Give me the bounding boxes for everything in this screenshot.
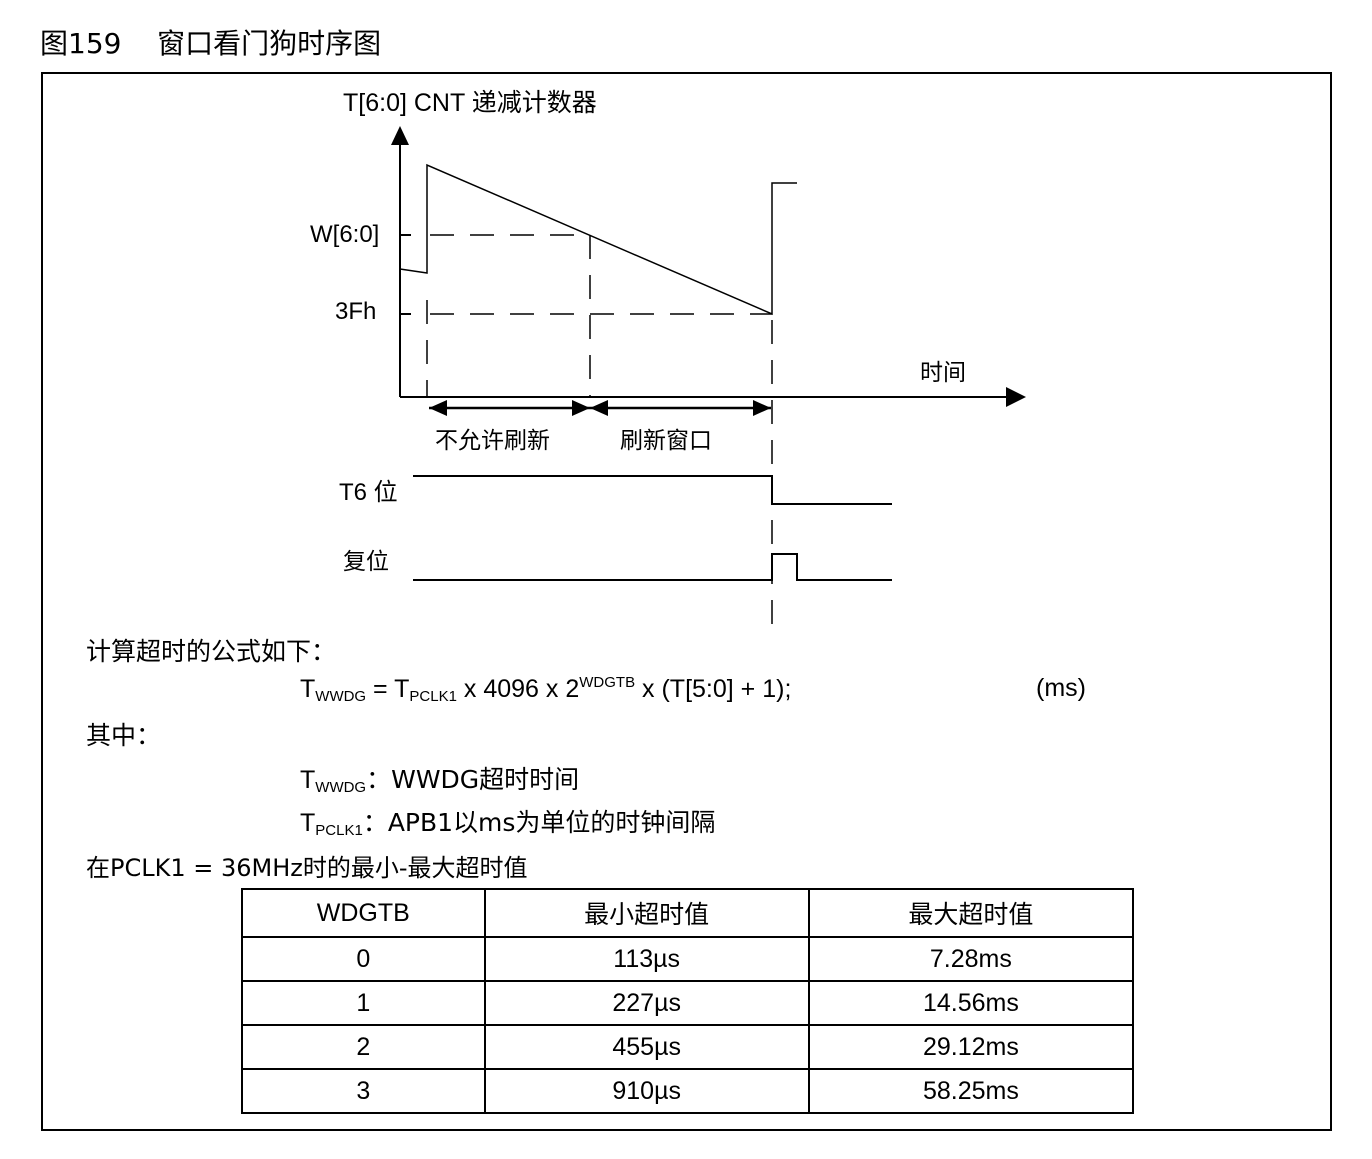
cell-min: 455µs — [483, 1024, 810, 1070]
cell-wdgtb: 3 — [241, 1068, 486, 1114]
table-intro: 在PCLK1 = 36MHz时的最小-最大超时值 — [86, 854, 528, 882]
cell-max: 14.56ms — [807, 980, 1135, 1026]
formula-unit: (ms) — [1036, 674, 1086, 702]
no-refresh-arrow-right — [572, 400, 590, 416]
table-row: 3 910µs 58.25ms — [241, 1068, 1135, 1114]
header-wdgtb: WDGTB — [241, 888, 486, 938]
reset-waveform — [413, 553, 892, 581]
cell-wdgtb: 1 — [241, 980, 486, 1026]
page: { "figure": { "number": "图159", "title":… — [0, 0, 1372, 1159]
refresh-window-arrow-right — [753, 400, 771, 416]
no-refresh-arrow-left — [429, 400, 447, 416]
cell-min: 227µs — [483, 980, 810, 1026]
w-level-label: W[6:0] — [310, 221, 379, 248]
counter-line — [399, 163, 797, 316]
header-min-timeout: 最小超时值 — [483, 888, 810, 938]
no-refresh-label: 不允许刷新 — [435, 428, 550, 454]
table-row: 0 113µs 7.28ms — [241, 936, 1135, 982]
cell-wdgtb: 2 — [241, 1024, 486, 1070]
y-axis-arrowhead — [391, 126, 409, 145]
timeout-table: WDGTB 最小超时值 最大超时值 0 113µs 7.28ms 1 227µs… — [241, 888, 1135, 1114]
header-max-timeout: 最大超时值 — [807, 888, 1135, 938]
table-row: 1 227µs 14.56ms — [241, 980, 1135, 1026]
cell-max: 7.28ms — [807, 936, 1135, 982]
refresh-window-arrow-left — [590, 400, 608, 416]
3fh-level-label: 3Fh — [335, 298, 376, 325]
cell-max: 58.25ms — [807, 1068, 1135, 1114]
x-axis-label: 时间 — [920, 360, 966, 386]
table-row: 2 455µs 29.12ms — [241, 1024, 1135, 1070]
where-label: 其中： — [86, 721, 162, 750]
where-line-tpclk: TPCLK1：APB1以ms为单位的时钟间隔 — [300, 808, 716, 839]
cell-min: 910µs — [483, 1068, 810, 1114]
refresh-window-label: 刷新窗口 — [620, 428, 712, 454]
x-axis-arrowhead — [1006, 387, 1026, 407]
y-axis-label: T[6:0] CNT 递减计数器 — [343, 89, 597, 117]
cell-max: 29.12ms — [807, 1024, 1135, 1070]
formula-intro: 计算超时的公式如下： — [86, 637, 337, 666]
cell-min: 113µs — [483, 936, 810, 982]
t6-bit-label: T6 位 — [339, 479, 398, 506]
reset-label: 复位 — [343, 549, 389, 575]
t6-waveform — [413, 475, 892, 505]
timeout-formula: TWWDG = TPCLK1 x 4096 x 2WDGTB x (T[5:0]… — [300, 674, 792, 705]
table-header-row: WDGTB 最小超时值 最大超时值 — [241, 888, 1135, 938]
cell-wdgtb: 0 — [241, 936, 486, 982]
where-line-twwdg: TWWDG：WWDG超时时间 — [300, 765, 580, 796]
